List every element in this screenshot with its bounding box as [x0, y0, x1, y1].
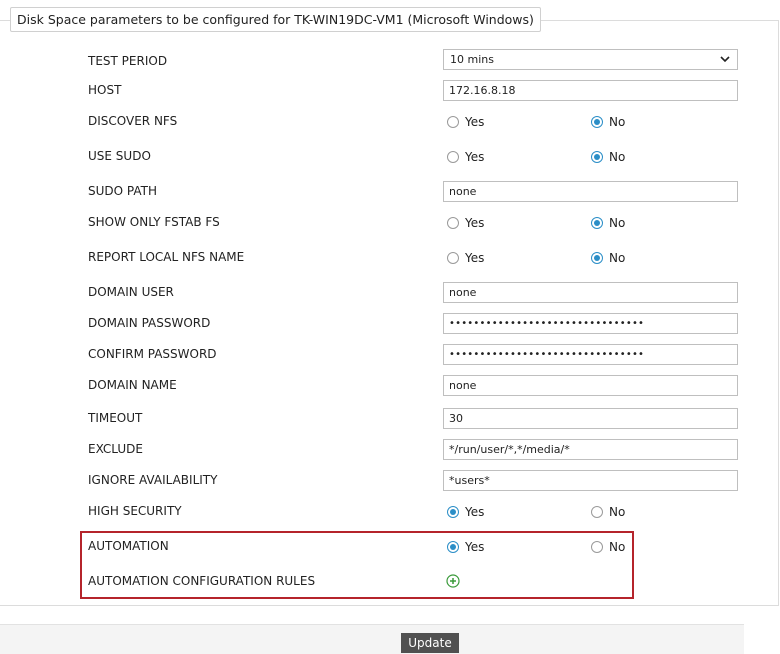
- host-label: HOST: [88, 83, 122, 97]
- show-only-fstab-yes[interactable]: Yes: [447, 216, 484, 230]
- automation-yes[interactable]: Yes: [447, 540, 484, 554]
- sudo-path-input[interactable]: [443, 181, 738, 202]
- radio-no-label: No: [609, 150, 626, 164]
- domain-name-label: DOMAIN NAME: [88, 378, 177, 392]
- show-only-fstab-label: SHOW ONLY FSTAB FS: [88, 215, 220, 229]
- panel-title: Disk Space parameters to be configured f…: [10, 7, 541, 32]
- use-sudo-yes[interactable]: Yes: [447, 150, 484, 164]
- test-period-value: 10 mins: [450, 53, 494, 66]
- radio-icon: [447, 252, 459, 264]
- radio-checked-icon: [447, 541, 459, 553]
- discover-nfs-no[interactable]: No: [591, 115, 625, 129]
- radio-no-label: No: [609, 251, 626, 265]
- radio-icon: [591, 541, 603, 553]
- test-period-select[interactable]: 10 mins: [443, 49, 738, 70]
- radio-yes-label: Yes: [465, 251, 485, 265]
- timeout-label: TIMEOUT: [88, 411, 143, 425]
- domain-password-label: DOMAIN PASSWORD: [88, 316, 211, 330]
- report-local-nfs-no[interactable]: No: [591, 251, 625, 265]
- use-sudo-no[interactable]: No: [591, 150, 625, 164]
- radio-yes-label: Yes: [465, 505, 485, 519]
- radio-icon: [447, 217, 459, 229]
- automation-label: AUTOMATION: [88, 539, 169, 553]
- radio-yes-label: Yes: [465, 216, 485, 230]
- radio-yes-label: Yes: [465, 540, 485, 554]
- automation-rules-label: AUTOMATION CONFIGURATION RULES: [88, 574, 316, 588]
- radio-no-label: No: [609, 115, 626, 129]
- update-button[interactable]: Update: [401, 633, 459, 653]
- ignore-availability-label: IGNORE AVAILABILITY: [88, 473, 218, 487]
- radio-checked-icon: [591, 151, 603, 163]
- show-only-fstab-no[interactable]: No: [591, 216, 625, 230]
- radio-yes-label: Yes: [465, 115, 485, 129]
- domain-password-input[interactable]: ••••••••••••••••••••••••••••••••: [443, 313, 738, 334]
- radio-checked-icon: [591, 217, 603, 229]
- radio-yes-label: Yes: [465, 150, 485, 164]
- high-security-yes[interactable]: Yes: [447, 505, 484, 519]
- radio-no-label: No: [609, 540, 626, 554]
- radio-no-label: No: [609, 505, 626, 519]
- radio-checked-icon: [447, 506, 459, 518]
- confirm-password-label: CONFIRM PASSWORD: [88, 347, 217, 361]
- radio-icon: [447, 116, 459, 128]
- domain-user-input[interactable]: [443, 282, 738, 303]
- radio-icon: [591, 506, 603, 518]
- radio-checked-icon: [591, 116, 603, 128]
- host-input[interactable]: [443, 80, 738, 101]
- form-footer: [0, 624, 744, 654]
- ignore-availability-input[interactable]: [443, 470, 738, 491]
- sudo-path-label: SUDO PATH: [88, 184, 157, 198]
- radio-no-label: No: [609, 216, 626, 230]
- discover-nfs-label: DISCOVER NFS: [88, 114, 178, 128]
- radio-icon: [447, 151, 459, 163]
- high-security-label: HIGH SECURITY: [88, 504, 182, 518]
- high-security-no[interactable]: No: [591, 505, 625, 519]
- domain-name-input[interactable]: [443, 375, 738, 396]
- timeout-input[interactable]: [443, 408, 738, 429]
- add-circle-icon[interactable]: [446, 574, 460, 588]
- confirm-password-input[interactable]: ••••••••••••••••••••••••••••••••: [443, 344, 738, 365]
- report-local-nfs-label: REPORT LOCAL NFS NAME: [88, 250, 245, 264]
- test-period-label: TEST PERIOD: [88, 54, 168, 68]
- domain-user-label: DOMAIN USER: [88, 285, 174, 299]
- report-local-nfs-yes[interactable]: Yes: [447, 251, 484, 265]
- exclude-input[interactable]: [443, 439, 738, 460]
- exclude-label: EXCLUDE: [88, 442, 144, 456]
- chevron-down-icon: [720, 56, 730, 63]
- radio-checked-icon: [591, 252, 603, 264]
- use-sudo-label: USE SUDO: [88, 149, 151, 163]
- discover-nfs-yes[interactable]: Yes: [447, 115, 484, 129]
- automation-no[interactable]: No: [591, 540, 625, 554]
